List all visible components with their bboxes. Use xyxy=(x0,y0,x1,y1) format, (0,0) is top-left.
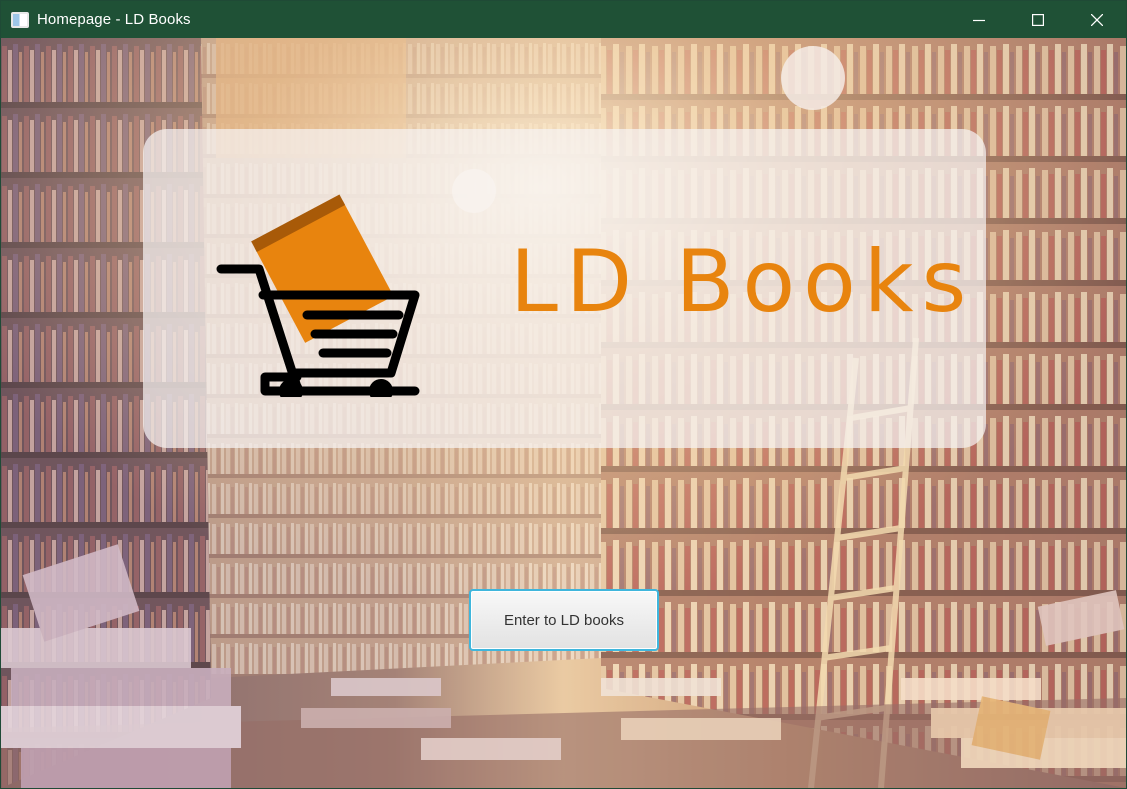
app-window: Homepage - LD Books LD Books Enter to LD… xyxy=(0,0,1127,789)
homepage-content: LD Books Enter to LD books xyxy=(1,38,1126,788)
minimize-icon xyxy=(972,19,985,21)
close-icon xyxy=(1090,13,1103,26)
hero-banner: LD Books xyxy=(143,129,986,448)
minimize-button[interactable] xyxy=(949,1,1008,38)
brand-name: LD Books xyxy=(510,232,975,332)
maximize-icon xyxy=(1031,13,1044,26)
window-title: Homepage - LD Books xyxy=(37,11,191,28)
close-button[interactable] xyxy=(1067,1,1126,38)
enter-store-button[interactable]: Enter to LD books xyxy=(469,589,659,651)
maximize-button[interactable] xyxy=(1008,1,1067,38)
title-bar[interactable]: Homepage - LD Books xyxy=(1,1,1126,38)
shopping-cart-with-book-icon xyxy=(216,194,420,397)
window-controls xyxy=(949,1,1126,38)
app-window-icon xyxy=(11,11,29,28)
